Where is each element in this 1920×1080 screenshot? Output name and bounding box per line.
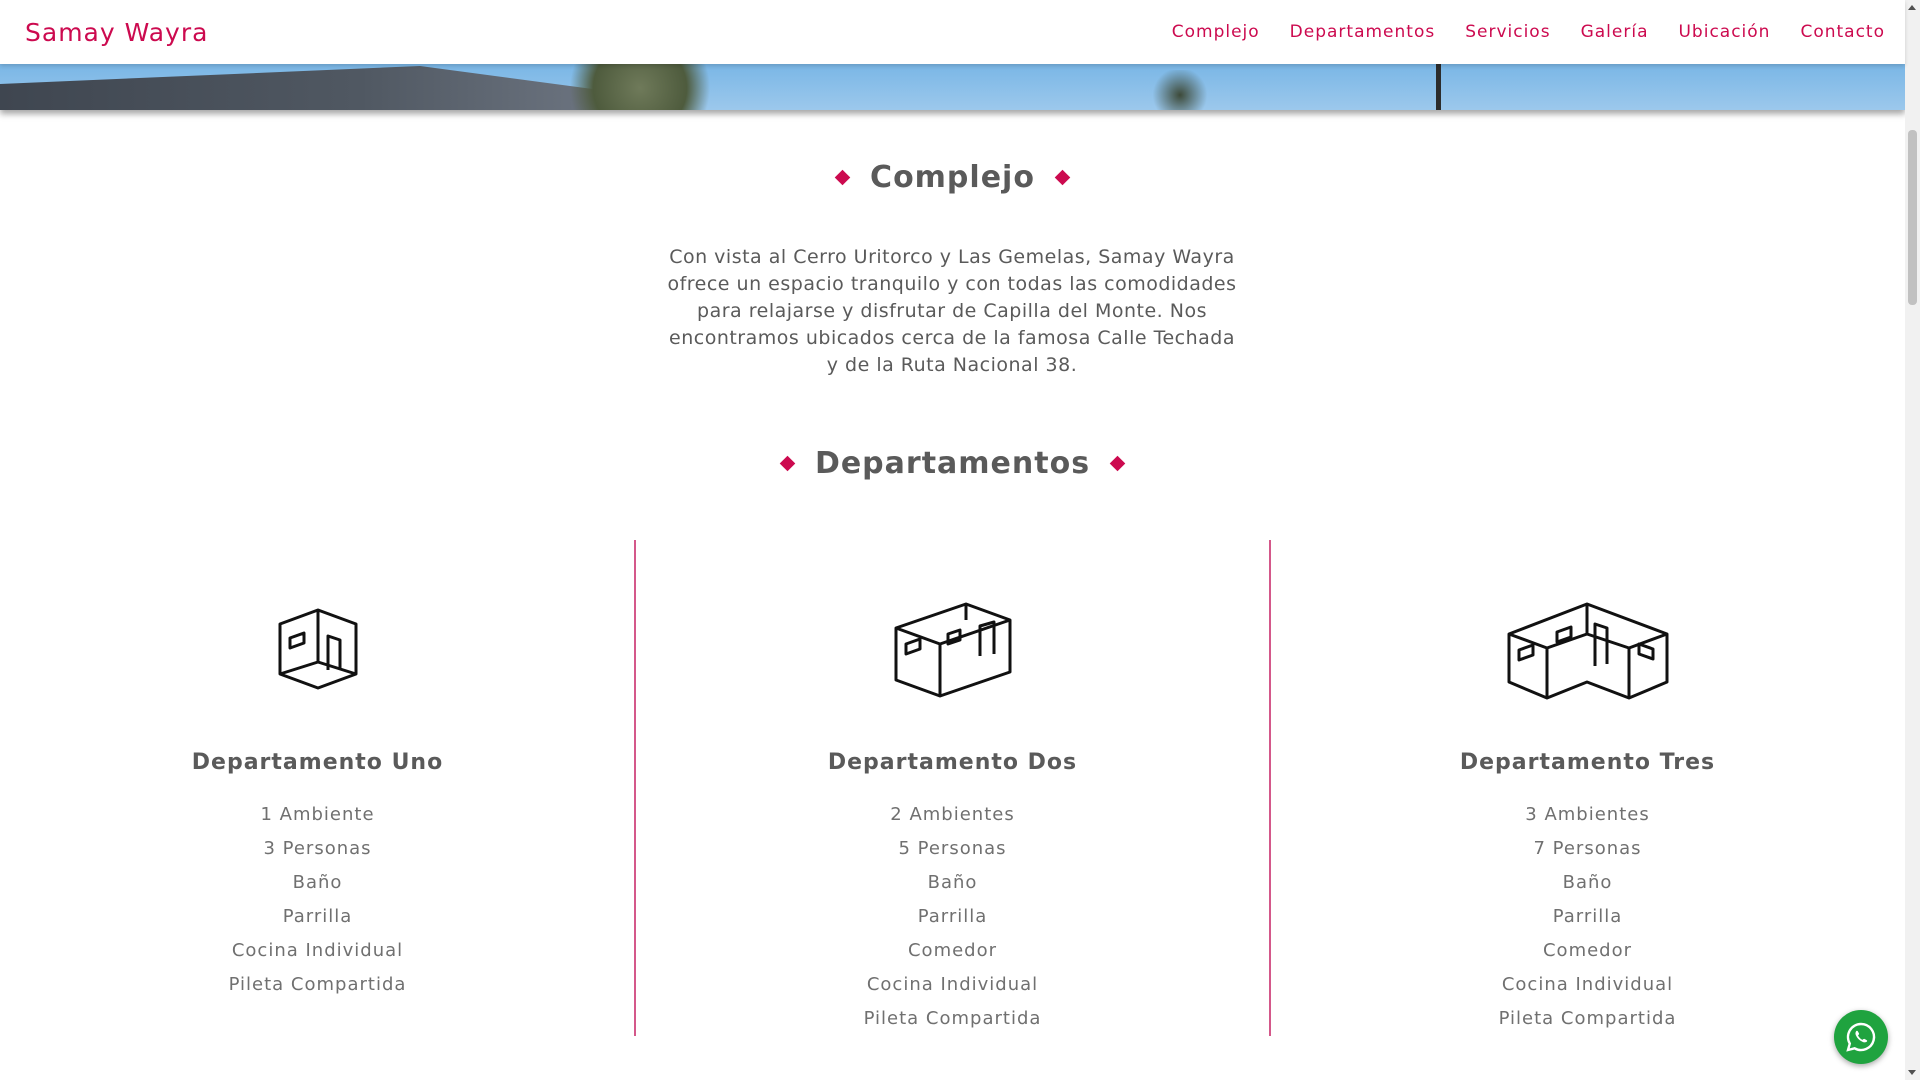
apartment-features: 3 Ambientes 7 Personas Baño Parrilla Com…	[1270, 798, 1905, 1036]
nav-link-complejo[interactable]: Complejo	[1172, 22, 1260, 42]
building-small-icon	[278, 608, 357, 690]
scroll-down-icon[interactable]	[1908, 1070, 1916, 1075]
feature-item: Parrilla	[282, 906, 353, 927]
feature-item: 7 Personas	[1533, 838, 1642, 859]
complejo-description: Con vista al Cerro Uritorco y Las Gemela…	[667, 246, 1237, 376]
feature-item: Parrilla	[1552, 906, 1623, 927]
feature-item: Baño	[927, 872, 978, 893]
apartment-features: 1 Ambiente 3 Personas Baño Parrilla Coci…	[0, 798, 635, 1002]
feature-item: 5 Personas	[898, 838, 1007, 859]
nav-link-galeria[interactable]: Galería	[1581, 22, 1649, 42]
apartment-name: Departamento Uno	[191, 750, 444, 775]
feature-item: 1 Ambiente	[260, 804, 375, 825]
diamond-icon	[779, 455, 796, 472]
scroll-up-icon[interactable]	[1908, 5, 1916, 10]
apartment-name: Departamento Tres	[1459, 750, 1716, 775]
diamond-icon	[1054, 169, 1071, 186]
brand-logo[interactable]: Samay Wayra	[25, 18, 208, 47]
building-medium-icon	[894, 602, 1011, 698]
apartment-features: 2 Ambientes 5 Personas Baño Parrilla Com…	[635, 798, 1270, 1036]
main-nav: Complejo Departamentos Servicios Galería…	[1142, 22, 1885, 42]
feature-item: Comedor	[1542, 940, 1633, 961]
diamond-icon	[834, 169, 851, 186]
departamentos-title: Departamentos	[814, 446, 1091, 481]
feature-item: Comedor	[907, 940, 998, 961]
apartment-name: Departamento Dos	[827, 750, 1078, 775]
feature-item: Pileta Compartida	[228, 974, 407, 995]
hero-roof	[0, 66, 600, 110]
nav-link-ubicacion[interactable]: Ubicación	[1678, 22, 1770, 42]
nav-link-servicios[interactable]: Servicios	[1465, 22, 1550, 42]
feature-item: 3 Ambientes	[1525, 804, 1650, 825]
apartments-grid: Departamento Uno 1 Ambiente 3 Personas B…	[0, 540, 1905, 1040]
complejo-heading: Complejo	[0, 160, 1905, 195]
scrollbar-thumb[interactable]	[1908, 130, 1917, 305]
navbar: Samay Wayra Complejo Departamentos Servi…	[0, 0, 1905, 64]
whatsapp-icon	[1846, 1022, 1876, 1052]
hero-tree-2	[1150, 70, 1210, 110]
feature-item: 2 Ambientes	[890, 804, 1015, 825]
nav-link-contacto[interactable]: Contacto	[1800, 22, 1885, 42]
scrollbar[interactable]	[1905, 0, 1920, 1080]
feature-item: Cocina Individual	[1501, 974, 1674, 995]
whatsapp-button[interactable]	[1834, 1010, 1888, 1064]
feature-item: Baño	[1562, 872, 1613, 893]
feature-item: Cocina Individual	[866, 974, 1039, 995]
departamentos-heading: Departamentos	[0, 446, 1905, 481]
feature-item: Baño	[292, 872, 343, 893]
feature-item: Parrilla	[917, 906, 988, 927]
diamond-icon	[1109, 455, 1126, 472]
feature-item: Pileta Compartida	[1498, 1008, 1677, 1029]
feature-item: Pileta Compartida	[863, 1008, 1042, 1029]
complejo-title: Complejo	[870, 160, 1035, 195]
feature-item: Cocina Individual	[231, 940, 404, 961]
building-large-icon	[1507, 602, 1668, 700]
nav-link-departamentos[interactable]: Departamentos	[1290, 22, 1436, 42]
feature-item: 3 Personas	[263, 838, 372, 859]
hero-pole	[1436, 60, 1441, 110]
